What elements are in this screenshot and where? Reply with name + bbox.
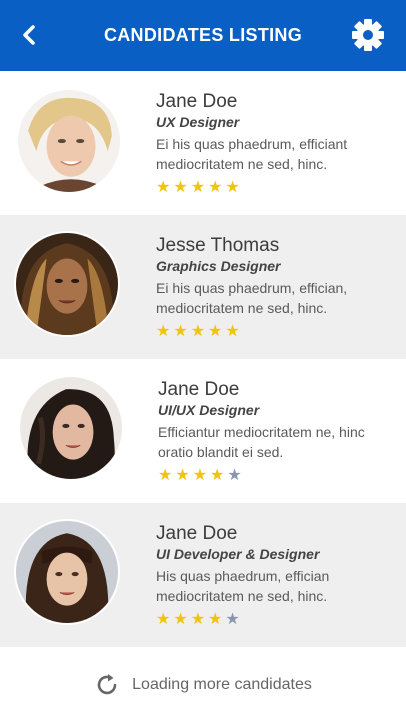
star-filled-icon: ★ — [175, 465, 190, 484]
rating-stars: ★ ★ ★ ★ ★ — [158, 466, 394, 484]
star-filled-icon: ★ — [208, 321, 223, 340]
settings-button[interactable] — [350, 17, 386, 53]
chevron-left-icon — [23, 25, 35, 45]
candidate-card[interactable]: Jane Doe UX Designer Ei his quas phaedru… — [0, 71, 406, 215]
star-filled-icon: ★ — [158, 465, 173, 484]
portrait-image — [16, 233, 118, 335]
star-filled-icon: ★ — [190, 609, 206, 628]
gear-icon — [352, 19, 384, 51]
candidate-card[interactable]: Jane Doe UI Developer & Designer His qua… — [0, 503, 406, 647]
candidate-description: Ei his quas phaedrum, efficiant mediocri… — [156, 136, 348, 172]
candidate-description: Ei his quas phaedrum, effician, mediocri… — [156, 280, 348, 316]
star-filled-icon: ★ — [173, 609, 188, 628]
star-filled-icon: ★ — [208, 609, 223, 628]
avatar — [14, 231, 120, 337]
avatar — [16, 88, 122, 194]
candidate-info: Jane Doe UI/UX Designer Efficiantur medi… — [158, 379, 394, 484]
candidate-description: Efficiantur mediocritatem ne, hinc orati… — [158, 424, 365, 460]
candidate-role: UX Designer — [156, 114, 240, 130]
portrait-image — [18, 90, 120, 192]
avatar — [18, 375, 124, 481]
candidate-role: UI Developer & Designer — [156, 546, 320, 562]
candidate-name: Jane Doe — [158, 379, 240, 400]
star-filled-icon: ★ — [225, 177, 240, 196]
star-empty-icon: ★ — [227, 465, 242, 484]
candidate-role: Graphics Designer — [156, 258, 281, 274]
star-filled-icon: ★ — [156, 321, 171, 340]
star-filled-icon: ★ — [190, 177, 206, 196]
refresh-icon — [97, 674, 117, 695]
candidate-info: Jesse Thomas Graphics Designer Ei his qu… — [156, 235, 392, 340]
candidate-info: Jane Doe UX Designer Ei his quas phaedru… — [156, 91, 392, 196]
candidate-name: Jane Doe — [156, 91, 238, 112]
star-filled-icon: ★ — [156, 609, 171, 628]
star-filled-icon: ★ — [210, 465, 225, 484]
candidate-card[interactable]: Jesse Thomas Graphics Designer Ei his qu… — [0, 215, 406, 359]
back-button[interactable] — [14, 20, 44, 50]
page-title: CANDIDATES LISTING — [103, 25, 303, 45]
candidate-name: Jane Doe — [156, 523, 238, 544]
candidate-info: Jane Doe UI Developer & Designer His qua… — [156, 523, 392, 628]
star-empty-icon: ★ — [225, 609, 240, 628]
candidate-role: UI/UX Designer — [158, 402, 260, 418]
star-filled-icon: ★ — [208, 177, 223, 196]
candidate-list: Jane Doe UX Designer Ei his quas phaedru… — [0, 71, 406, 647]
portrait-image — [20, 377, 122, 479]
star-filled-icon: ★ — [156, 177, 171, 196]
star-filled-icon: ★ — [190, 321, 206, 340]
loading-text: Loading more candidates — [132, 676, 312, 693]
avatar — [14, 519, 120, 625]
rating-stars: ★ ★ ★ ★ ★ — [156, 178, 392, 196]
portrait-image — [16, 521, 118, 623]
rating-stars: ★ ★ ★ ★ ★ — [156, 610, 392, 628]
star-filled-icon: ★ — [173, 177, 188, 196]
candidate-card[interactable]: Jane Doe UI/UX Designer Efficiantur medi… — [0, 359, 406, 503]
star-filled-icon: ★ — [225, 321, 240, 340]
rating-stars: ★ ★ ★ ★ ★ — [156, 322, 392, 340]
candidate-name: Jesse Thomas — [156, 235, 280, 256]
star-filled-icon: ★ — [173, 321, 188, 340]
load-more[interactable]: Loading more candidates — [0, 650, 406, 720]
candidate-description: His quas phaedrum, effician mediocritate… — [156, 568, 330, 604]
star-filled-icon: ★ — [192, 465, 208, 484]
app-header: CANDIDATES LISTING — [0, 0, 406, 71]
